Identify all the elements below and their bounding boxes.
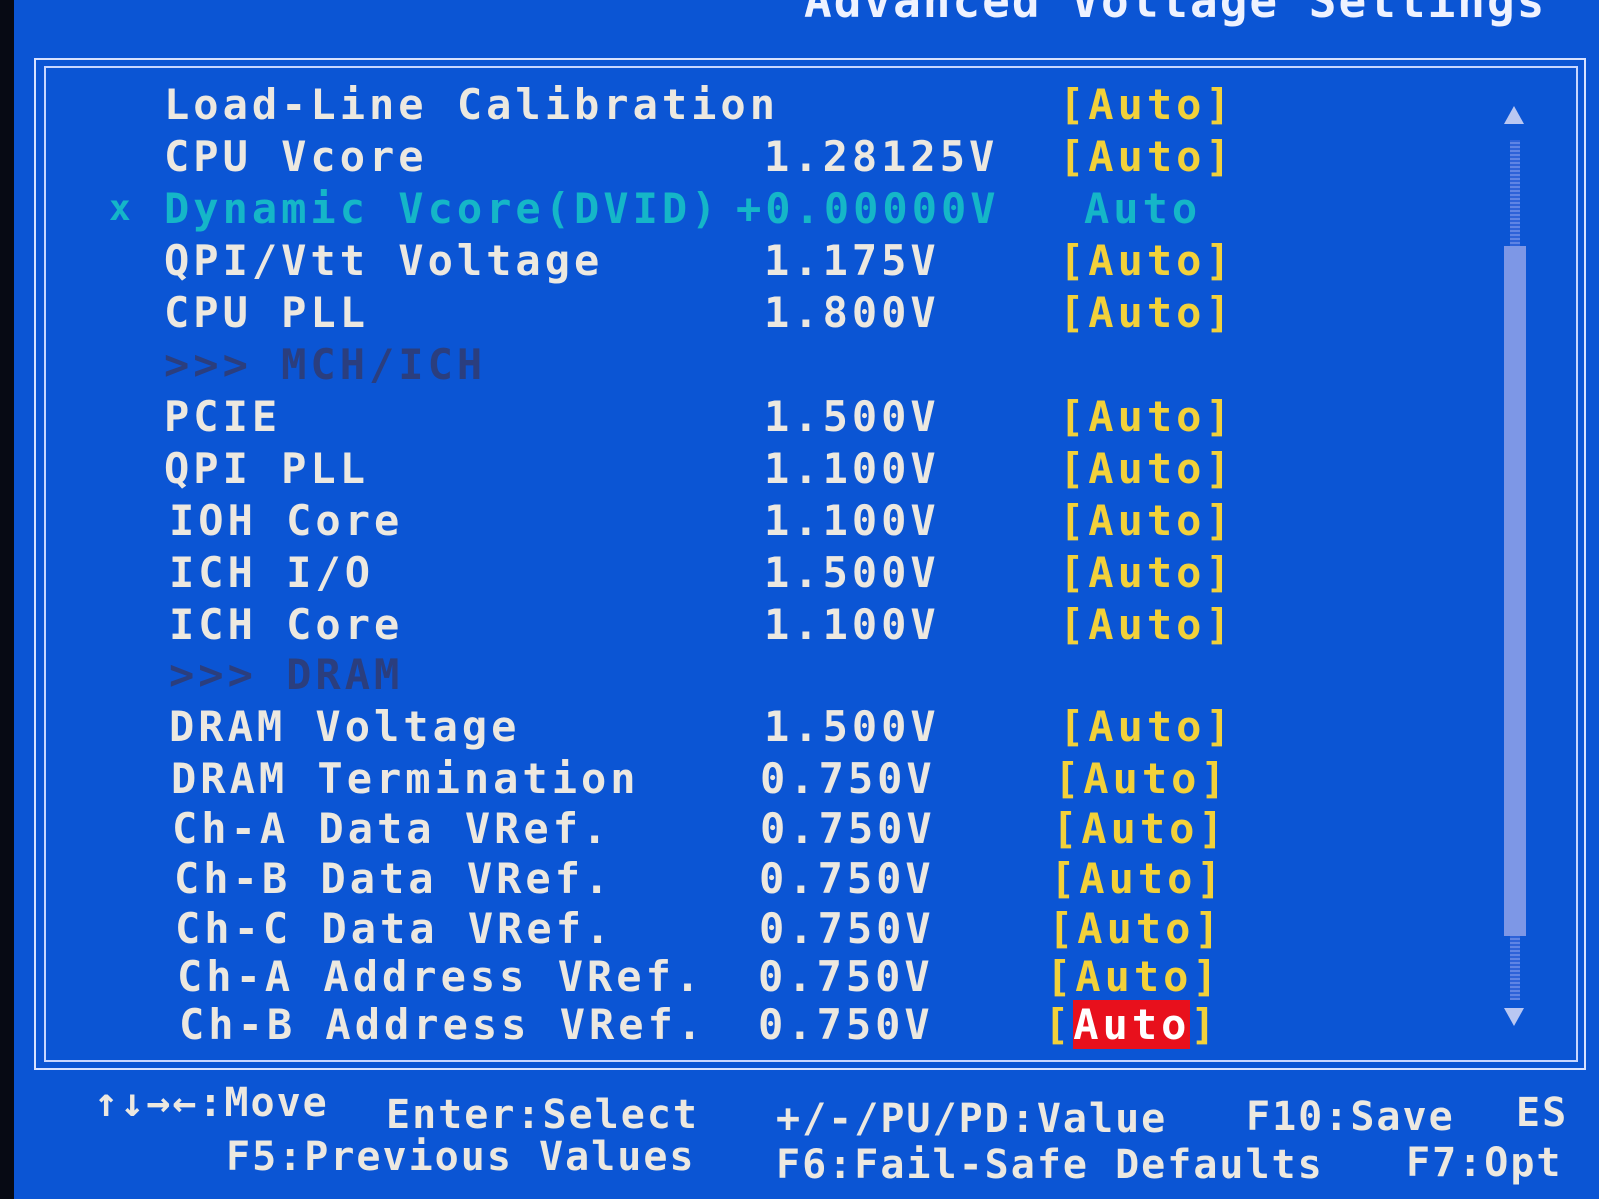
setting-value: 1.800V [764,288,940,337]
key-help-footer: ↑↓→←:Move Enter:Select +/-/PU/PD:Value F… [14,1078,1599,1199]
setting-value: 0.750V [759,904,935,953]
scroll-down-arrow-icon[interactable] [1504,1008,1524,1026]
setting-option[interactable]: [Auto] [1059,132,1235,181]
setting-value: 1.175V [764,236,940,285]
selected-value-highlight[interactable]: Auto [1073,1000,1191,1049]
setting-option[interactable]: [Auto] [1059,444,1235,493]
hint-esc: ES [1516,1090,1569,1136]
setting-value: 0.750V [760,754,936,803]
setting-option[interactable]: [Auto] [1059,236,1235,285]
hint-save: F10:Save [1246,1094,1455,1140]
setting-value: +0.00000V [736,184,1000,233]
hint-fail-safe-defaults: F6:Fail-Safe Defaults [776,1142,1324,1188]
setting-option[interactable]: [Auto] [1046,952,1222,1001]
setting-option[interactable]: [Auto] [1059,496,1235,545]
setting-value: 1.28125V [764,132,999,181]
setting-value: 1.100V [764,496,940,545]
setting-option[interactable]: [Auto] [1048,904,1224,953]
bios-screen: Advanced Voltage Settings Load-Line Cali… [14,0,1599,1199]
setting-label: PCIE [164,392,282,441]
setting-label: DRAM Termination [171,754,640,803]
setting-option: Auto [1084,184,1202,233]
setting-option-selected[interactable]: [Auto] [1044,1000,1220,1049]
setting-label: DRAM Voltage [169,702,521,751]
setting-label: Ch-A Address VRef. [177,952,705,1001]
setting-option[interactable]: [Auto] [1050,854,1226,903]
setting-label: QPI PLL [164,444,370,493]
setting-value: 0.750V [758,952,934,1001]
setting-value: 1.100V [764,600,940,649]
setting-option[interactable]: [Auto] [1054,754,1230,803]
setting-value: 0.750V [760,804,936,853]
setting-label: CPU PLL [164,288,370,337]
setting-label: Ch-A Data VRef. [172,804,612,853]
section-header-dram: >>> DRAM [169,650,404,699]
setting-option[interactable]: [Auto] [1059,548,1235,597]
bracket-open: [ [1044,1000,1074,1049]
setting-value: 1.100V [764,444,940,493]
page-title: Advanced Voltage Settings [804,0,1547,28]
hint-optimized: F7:Opt [1406,1140,1563,1186]
setting-option[interactable]: [Auto] [1059,392,1235,441]
setting-label: QPI/Vtt Voltage [164,236,604,285]
setting-option[interactable]: [Auto] [1059,80,1235,129]
setting-value: 0.750V [759,854,935,903]
setting-label: Ch-C Data VRef. [175,904,615,953]
setting-label: CPU Vcore [164,132,428,181]
setting-label: Load-Line Calibration [164,80,780,129]
setting-label: ICH Core [169,600,404,649]
setting-label: Ch-B Data VRef. [174,854,614,903]
setting-value: 0.750V [758,1000,934,1049]
scroll-up-arrow-icon[interactable] [1504,106,1524,124]
setting-option[interactable]: [Auto] [1059,288,1235,337]
setting-label: Dynamic Vcore(DVID) [164,184,721,233]
setting-value: 1.500V [764,548,940,597]
scrollbar[interactable] [1492,96,1536,1036]
disabled-mark-icon: x [109,188,135,229]
setting-value: 1.500V [764,702,940,751]
setting-label: Ch-B Address VRef. [179,1000,707,1049]
scrollbar-thumb[interactable] [1504,246,1526,936]
setting-value: 1.500V [764,392,940,441]
setting-option[interactable]: [Auto] [1052,804,1228,853]
section-header-mch-ich: >>> MCH/ICH [164,340,487,389]
setting-option[interactable]: [Auto] [1059,600,1235,649]
hint-select: Enter:Select [386,1092,699,1138]
setting-option[interactable]: [Auto] [1059,702,1235,751]
hint-value: +/-/PU/PD:Value [776,1096,1168,1142]
setting-label: IOH Core [169,496,404,545]
setting-label: ICH I/O [169,548,375,597]
hint-previous-values: F5:Previous Values [226,1134,696,1180]
hint-move: ↑↓→←:Move [94,1080,329,1126]
bracket-close: ] [1190,1000,1220,1049]
